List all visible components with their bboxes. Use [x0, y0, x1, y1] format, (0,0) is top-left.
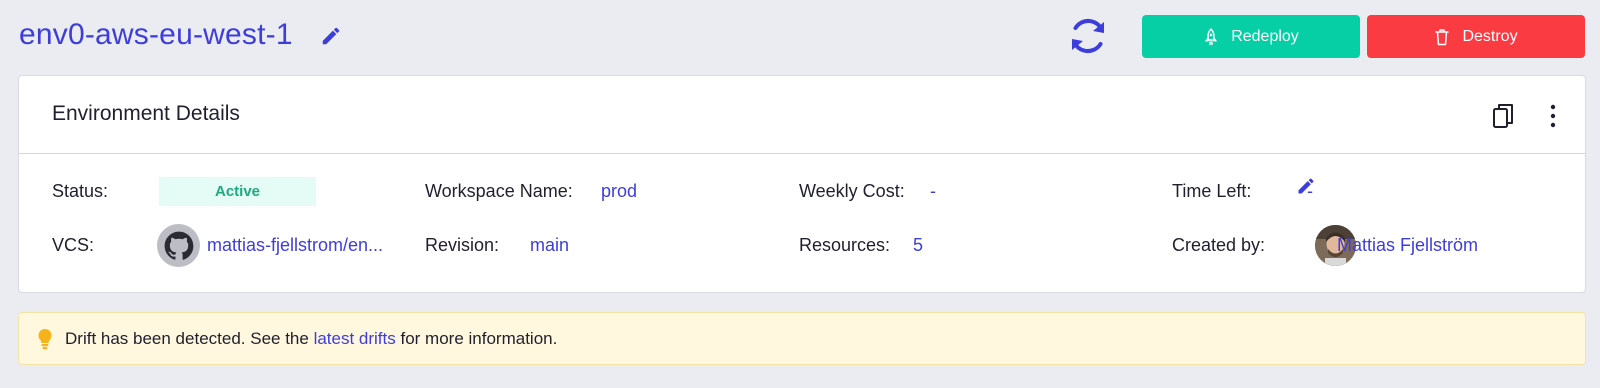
destroy-label: Destroy — [1462, 27, 1518, 45]
vcs-label: VCS: — [52, 235, 95, 255]
revision-label: Revision: — [425, 235, 500, 255]
refresh-icon[interactable] — [1066, 14, 1110, 58]
weekly-cost-value: - — [930, 181, 936, 201]
alert-text-after: for more information. — [395, 329, 558, 348]
redeploy-button[interactable]: Redeploy — [1142, 15, 1360, 58]
redeploy-label: Redeploy — [1231, 27, 1299, 45]
weekly-cost-label: Weekly Cost: — [799, 181, 905, 201]
edit-time-left-icon[interactable] — [1296, 176, 1316, 196]
time-left-label: Time Left: — [1172, 181, 1252, 201]
resources-label: Resources: — [799, 235, 891, 255]
environment-name: env0-aws-eu-west-1 — [19, 18, 293, 51]
copy-icon[interactable] — [1492, 103, 1516, 129]
created-by-value[interactable]: Mattias Fjellström — [1337, 234, 1478, 256]
created-by-label: Created by: — [1172, 235, 1266, 255]
card-header: Environment Details — [19, 76, 1585, 154]
alert-message: Drift has been detected. See the latest … — [65, 328, 557, 350]
github-avatar — [157, 224, 200, 267]
card-title: Environment Details — [52, 102, 240, 125]
pencil-icon[interactable] — [320, 25, 342, 47]
vcs-link[interactable]: mattias-fjellstrom/en... — [207, 234, 383, 256]
revision-value: main — [530, 235, 570, 255]
alert-text-before: Drift has been detected. See the — [65, 329, 314, 348]
rocket-icon — [1205, 27, 1217, 45]
github-icon — [164, 231, 193, 260]
resources-value[interactable]: 5 — [913, 234, 923, 256]
destroy-button[interactable]: Destroy — [1367, 15, 1585, 58]
workspace-name-label: Workspace Name: — [425, 181, 573, 201]
workspace-name-value: prod — [601, 181, 638, 201]
environment-details-card: Environment Details Status: Active Works… — [18, 75, 1586, 293]
latest-drifts-link[interactable]: latest drifts — [314, 329, 396, 348]
trash-icon — [1435, 28, 1450, 45]
more-vertical-icon[interactable] — [1546, 103, 1560, 129]
lightbulb-icon — [38, 328, 52, 350]
page-header: env0-aws-eu-west-1 Redeploy Destroy — [0, 0, 1600, 74]
time-left-value: - — [1307, 181, 1313, 201]
status-label: Status: — [52, 181, 109, 201]
drift-alert: Drift has been detected. See the latest … — [18, 312, 1586, 365]
status-badge: Active — [159, 177, 316, 206]
